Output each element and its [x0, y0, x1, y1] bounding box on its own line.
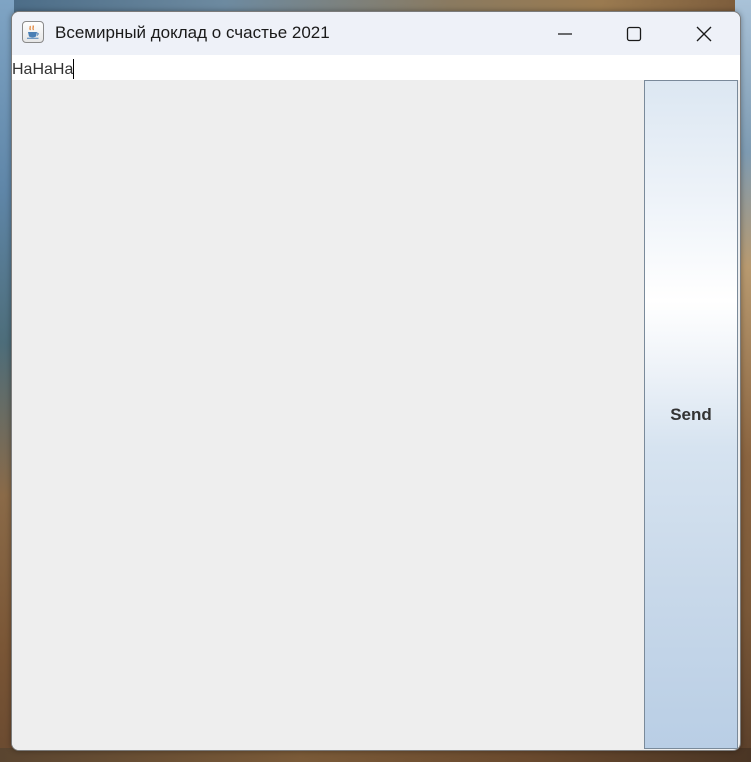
message-input-value: HaHaHa	[12, 61, 74, 78]
text-caret	[73, 59, 75, 79]
maximize-icon	[626, 26, 642, 41]
app-window: Всемирный доклад о счастье 2021 HaHaHa S…	[11, 11, 741, 751]
window-title: Всемирный доклад о счастье 2021	[55, 23, 330, 42]
maximize-button[interactable]	[600, 12, 668, 55]
minimize-button[interactable]	[531, 12, 599, 55]
close-button[interactable]	[670, 12, 738, 55]
send-button-label: Send	[670, 404, 712, 424]
title-bar[interactable]: Всемирный доклад о счастье 2021	[12, 12, 740, 55]
java-cup-icon	[22, 21, 44, 43]
send-button[interactable]: Send	[644, 80, 738, 749]
chat-output-area[interactable]	[12, 80, 644, 750]
close-icon	[696, 26, 712, 41]
minimize-icon	[558, 32, 572, 35]
message-input[interactable]: HaHaHa	[12, 55, 740, 80]
